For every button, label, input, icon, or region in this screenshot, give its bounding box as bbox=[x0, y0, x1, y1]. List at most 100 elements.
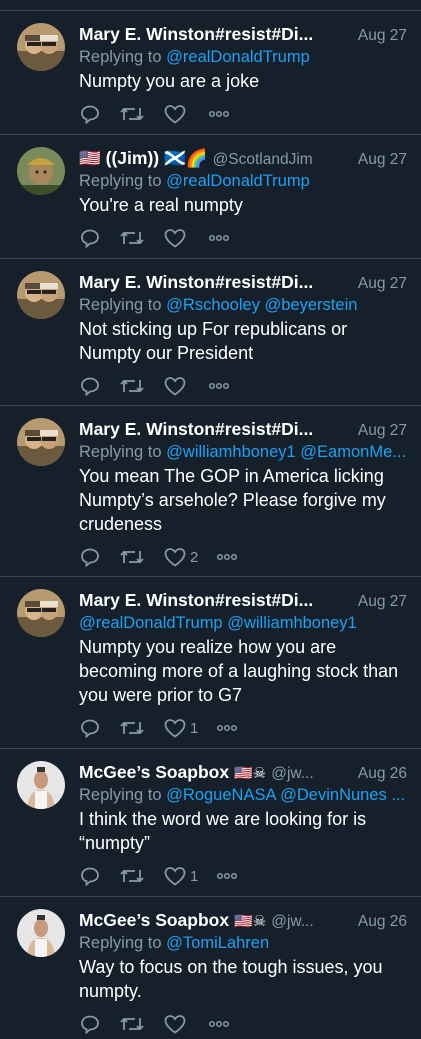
heart-icon bbox=[164, 548, 186, 567]
more-icon bbox=[208, 382, 230, 390]
tweet[interactable]: Mary E. Winston#resist#Di... Aug 27 @rea… bbox=[0, 577, 421, 749]
mention-link[interactable]: @williamhboney1 @EamonMe... bbox=[166, 443, 406, 461]
display-name[interactable]: Mary E. Winston#resist#Di... bbox=[79, 271, 313, 293]
retweet-button[interactable] bbox=[119, 375, 145, 397]
retweet-button[interactable] bbox=[119, 227, 145, 249]
reply-icon bbox=[81, 548, 99, 568]
reply-button[interactable] bbox=[79, 1013, 101, 1035]
retweet-button[interactable] bbox=[119, 546, 145, 568]
avatar-mary[interactable] bbox=[17, 589, 65, 637]
reply-context: Replying to @RogueNASA @DevinNunes ... bbox=[79, 783, 407, 807]
display-name[interactable]: 🇺🇸 ((Jim)) 🏴󠁧󠁢󠁳󠁣󠁴󠁿🌈 bbox=[79, 147, 208, 169]
tweet[interactable]: 🇺🇸 ((Jim)) 🏴󠁧󠁢󠁳󠁣󠁴󠁿🌈 @ScotlandJim Aug 27 … bbox=[0, 135, 421, 259]
like-button[interactable] bbox=[163, 227, 190, 249]
reply-button[interactable] bbox=[79, 717, 101, 739]
flag-emojis: 🇺🇸☠ bbox=[234, 765, 267, 782]
tweet-text: Way to focus on the tough issues, you nu… bbox=[79, 957, 383, 1001]
retweet-button[interactable] bbox=[119, 865, 145, 887]
display-name[interactable]: Mary E. Winston#resist#Di... bbox=[79, 418, 313, 440]
tweet-date[interactable]: Aug 27 bbox=[350, 591, 407, 613]
more-button[interactable] bbox=[208, 233, 230, 243]
replying-to-label: Replying to bbox=[79, 172, 162, 190]
more-button[interactable] bbox=[208, 381, 230, 391]
more-icon bbox=[217, 553, 238, 561]
heart-icon bbox=[164, 377, 186, 396]
avatar-mcgee[interactable] bbox=[17, 761, 65, 809]
tweet-date[interactable]: Aug 27 bbox=[350, 25, 407, 47]
heart-icon bbox=[164, 105, 186, 124]
reply-context: Replying to @TomiLahren bbox=[79, 931, 407, 955]
tweet[interactable]: Mary E. Winston#resist#Di... Aug 27 Repl… bbox=[0, 406, 421, 577]
more-button[interactable] bbox=[216, 871, 238, 881]
reply-button[interactable] bbox=[79, 227, 101, 249]
display-name[interactable]: McGee’s Soapbox bbox=[79, 761, 229, 783]
more-button[interactable] bbox=[216, 723, 238, 733]
retweet-icon bbox=[120, 550, 144, 564]
tweet-date[interactable]: Aug 27 bbox=[350, 273, 407, 295]
like-button[interactable]: 1 bbox=[163, 865, 198, 887]
user-handle[interactable]: @jw... bbox=[271, 911, 313, 933]
tweet[interactable]: Mary E. Winston#resist#Di... Aug 27 Repl… bbox=[0, 259, 421, 406]
tweet-date[interactable]: Aug 26 bbox=[350, 763, 407, 785]
mention-link[interactable]: @TomiLahren bbox=[166, 934, 269, 952]
more-icon bbox=[208, 234, 230, 242]
user-handle[interactable]: @jw... bbox=[271, 763, 313, 785]
avatar-mary[interactable] bbox=[17, 418, 65, 466]
more-button[interactable] bbox=[208, 109, 230, 119]
reply-button[interactable] bbox=[79, 865, 101, 887]
avatar-jim[interactable] bbox=[17, 147, 65, 195]
more-button[interactable] bbox=[216, 552, 238, 562]
user-handle[interactable]: @ScotlandJim bbox=[213, 149, 313, 171]
like-button[interactable] bbox=[163, 103, 190, 125]
like-button[interactable] bbox=[163, 1013, 190, 1035]
mention-link[interactable]: @realDonaldTrump bbox=[166, 48, 310, 66]
reply-button[interactable] bbox=[79, 546, 101, 568]
action-bar: 1 bbox=[79, 713, 407, 743]
tweet-date[interactable]: Aug 26 bbox=[350, 911, 407, 933]
mention-link[interactable]: @realDonaldTrump @williamhboney1 bbox=[79, 614, 357, 632]
action-bar: 1 bbox=[79, 861, 407, 891]
tweet[interactable]: McGee’s Soapbox 🇺🇸☠ @jw... Aug 26 Replyi… bbox=[0, 897, 421, 1037]
tweet-text: You're a real numpty bbox=[79, 195, 243, 215]
action-bar bbox=[79, 99, 407, 129]
tweet[interactable]: McGee’s Soapbox 🇺🇸☠ @jw... Aug 26 Replyi… bbox=[0, 749, 421, 897]
avatar-mcgee[interactable] bbox=[17, 909, 65, 957]
reply-icon bbox=[81, 867, 99, 887]
retweet-button[interactable] bbox=[119, 103, 145, 125]
retweet-button[interactable] bbox=[119, 717, 145, 739]
tweet-feed: Mary E. Winston#resist#Di... Aug 27 Repl… bbox=[0, 10, 421, 1037]
reply-button[interactable] bbox=[79, 103, 101, 125]
like-button[interactable] bbox=[163, 375, 190, 397]
like-button[interactable]: 1 bbox=[163, 717, 198, 739]
tweet-date[interactable]: Aug 27 bbox=[350, 420, 407, 442]
avatar-mary[interactable] bbox=[17, 271, 65, 319]
reply-icon bbox=[81, 377, 99, 397]
mention-link[interactable]: @RogueNASA @DevinNunes ... bbox=[166, 786, 405, 804]
heart-icon bbox=[164, 1015, 186, 1034]
like-button[interactable]: 2 bbox=[163, 546, 198, 568]
more-icon bbox=[208, 110, 230, 118]
reply-button[interactable] bbox=[79, 375, 101, 397]
heart-icon bbox=[164, 229, 186, 248]
display-name[interactable]: Mary E. Winston#resist#Di... bbox=[79, 23, 313, 45]
avatar-mary[interactable] bbox=[17, 23, 65, 71]
mention-link[interactable]: @realDonaldTrump bbox=[166, 172, 310, 190]
reply-icon bbox=[81, 719, 99, 739]
retweet-button[interactable] bbox=[119, 1013, 145, 1035]
retweet-icon bbox=[120, 1017, 144, 1031]
tweet-text: Numpty you are a joke bbox=[79, 71, 260, 91]
retweet-icon bbox=[120, 231, 144, 245]
heart-icon bbox=[164, 719, 186, 738]
reply-icon bbox=[81, 229, 99, 249]
tweet[interactable]: Mary E. Winston#resist#Di... Aug 27 Repl… bbox=[0, 10, 421, 135]
reply-icon bbox=[81, 105, 99, 125]
tweet-date[interactable]: Aug 27 bbox=[350, 149, 407, 171]
mention-link[interactable]: @Rschooley @beyerstein bbox=[166, 296, 357, 314]
replying-to-label: Replying to bbox=[79, 786, 162, 804]
display-name[interactable]: McGee’s Soapbox bbox=[79, 909, 229, 931]
heart-icon bbox=[164, 867, 186, 886]
tweet-text: I think the word we are looking for is “… bbox=[79, 809, 367, 853]
more-icon bbox=[217, 724, 238, 732]
display-name[interactable]: Mary E. Winston#resist#Di... bbox=[79, 589, 313, 611]
like-count: 2 bbox=[190, 548, 199, 566]
